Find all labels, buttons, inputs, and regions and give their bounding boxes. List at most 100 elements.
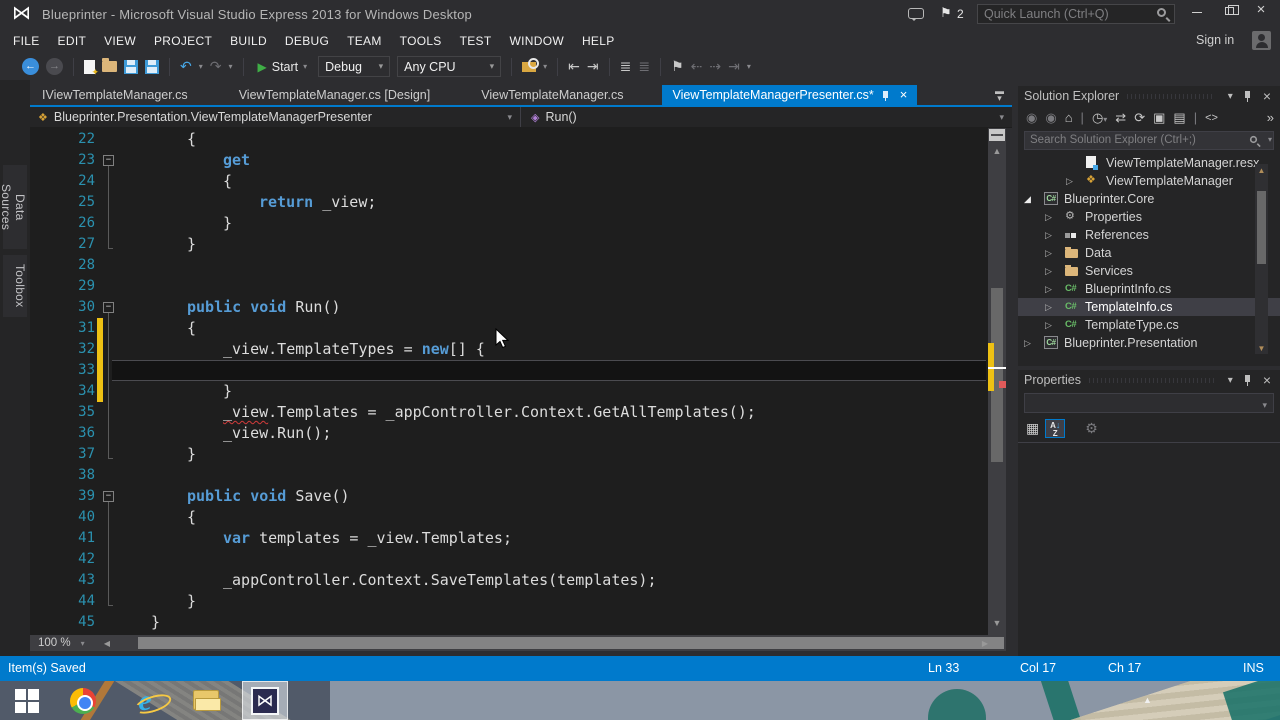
redo-icon[interactable]: ↷ [210, 58, 222, 75]
window-position-icon[interactable]: ▾ [1223, 375, 1238, 386]
expand-node-icon[interactable]: ▷ [1024, 334, 1031, 352]
tree-item-data[interactable]: ▷ Data [1018, 244, 1280, 262]
toolbar-overflow-icon[interactable]: » [1267, 110, 1280, 125]
editor-zoom-select[interactable]: 100 % ▾ [30, 637, 100, 649]
code-line[interactable]: 27} [30, 234, 988, 255]
previous-bookmark-icon[interactable]: ⇠ [691, 58, 703, 75]
toolbar-overflow-icon[interactable]: ▾ [543, 62, 547, 71]
collapse-all-icon[interactable]: ▣ [1153, 110, 1165, 126]
menu-item-window[interactable]: WINDOW [501, 30, 573, 52]
comment-icon[interactable]: ≣ [620, 58, 632, 75]
pin-tab-icon[interactable] [882, 90, 892, 101]
navigate-back-icon[interactable]: ← [22, 58, 39, 75]
tree-item-templatetype-cs[interactable]: ▷ C# TemplateType.cs [1018, 316, 1280, 334]
decrease-indent-icon[interactable]: ⇤ [568, 58, 580, 75]
scroll-down-icon[interactable]: ▼ [988, 618, 1006, 628]
scroll-up-icon[interactable]: ▲ [988, 146, 1006, 156]
menu-item-help[interactable]: HELP [573, 30, 624, 52]
solution-platform-select[interactable]: Any CPU ▾ [397, 56, 502, 77]
code-line[interactable]: 24 { [30, 171, 988, 192]
menu-item-file[interactable]: FILE [4, 30, 49, 52]
expand-node-icon[interactable]: ▷ [1045, 262, 1052, 280]
menu-item-project[interactable]: PROJECT [145, 30, 221, 52]
sync-with-active-document-icon[interactable]: ⇄ [1115, 110, 1126, 126]
collapse-region-icon[interactable]: − [103, 302, 114, 313]
clear-bookmarks-icon[interactable]: ⇥ [728, 58, 740, 75]
menu-item-test[interactable]: TEST [451, 30, 501, 52]
auto-hide-pin-icon[interactable] [1244, 374, 1252, 386]
horizontal-scroll-thumb[interactable] [138, 637, 1004, 649]
code-line[interactable]: 30− public void Run() [30, 297, 988, 318]
undo-dropdown-icon[interactable]: ▾ [199, 62, 203, 71]
undo-icon[interactable]: ↶ [180, 58, 192, 75]
code-line[interactable]: 33 [30, 360, 988, 381]
code-line[interactable]: 23− get [30, 150, 988, 171]
menu-item-tools[interactable]: TOOLS [391, 30, 451, 52]
sign-in-link[interactable]: Sign in [1196, 33, 1234, 47]
code-line[interactable]: 41 var templates = _view.Templates; [30, 528, 988, 549]
close-panel-icon[interactable]: × [1258, 372, 1276, 388]
auto-hide-pin-icon[interactable] [1244, 90, 1252, 102]
save-all-icon[interactable] [145, 59, 159, 74]
menu-item-build[interactable]: BUILD [221, 30, 276, 52]
toolbar-overflow-icon[interactable]: ▾ [747, 62, 751, 71]
code-line[interactable]: 28 [30, 255, 988, 276]
notifications-count[interactable]: 2 [957, 7, 964, 21]
tree-item-blueprinter-core[interactable]: ◢ C# Blueprinter.Core [1018, 190, 1280, 208]
scroll-right-icon[interactable]: ▶ [976, 639, 994, 648]
search-icon[interactable] [1249, 135, 1258, 144]
home-icon[interactable]: ⌂ [1065, 110, 1073, 125]
code-line[interactable]: 44} [30, 591, 988, 612]
search-icon[interactable] [1157, 8, 1166, 17]
solution-explorer-header[interactable]: Solution Explorer ▾ × [1018, 86, 1280, 106]
minimize-button[interactable] [1182, 0, 1212, 22]
code-line[interactable]: 39− public void Save() [30, 486, 988, 507]
taskbar-file-explorer-button[interactable] [184, 681, 230, 720]
bookmark-icon[interactable]: ⚑ [671, 58, 684, 75]
user-avatar-icon[interactable] [1252, 31, 1271, 50]
collapse-region-icon[interactable]: − [103, 155, 114, 166]
taskbar-chrome-button[interactable] [60, 681, 106, 720]
code-line[interactable]: 43 _appController.Context.SaveTemplates(t… [30, 570, 988, 591]
search-options-icon[interactable]: ▾ [1268, 135, 1272, 144]
menu-item-view[interactable]: VIEW [95, 30, 145, 52]
next-bookmark-icon[interactable]: ⇢ [709, 58, 721, 75]
code-line[interactable]: 37} [30, 444, 988, 465]
alphabetical-sort-icon[interactable]: A↓ Z [1045, 419, 1066, 438]
tree-item-viewtemplatemanager[interactable]: ▷ ❖ ViewTemplateManager [1018, 172, 1280, 190]
tree-item-references[interactable]: ▷ References [1018, 226, 1280, 244]
start-debug-button[interactable]: ▶ Start ▾ [254, 58, 312, 76]
scroll-up-icon[interactable]: ▲ [1255, 166, 1268, 175]
view-code-icon[interactable]: <> [1205, 112, 1218, 124]
editor-splitter-handle[interactable] [989, 129, 1005, 141]
properties-object-select[interactable]: ▾ [1024, 393, 1274, 413]
show-all-files-icon[interactable]: ▤ [1173, 110, 1185, 126]
code-line[interactable]: 22 { [30, 129, 988, 150]
menu-item-edit[interactable]: EDIT [49, 30, 96, 52]
tree-item-properties[interactable]: ▷ ⚙ Properties [1018, 208, 1280, 226]
tree-item-blueprinter-presentation[interactable]: ▷ C# Blueprinter.Presentation [1018, 334, 1280, 352]
member-dropdown[interactable]: ◈ Run() ▾ [520, 107, 1012, 127]
expand-node-icon[interactable]: ▷ [1045, 280, 1052, 298]
solution-explorer-search-input[interactable]: Search Solution Explorer (Ctrl+;) [1024, 131, 1274, 150]
categorized-icon[interactable]: ▦ [1026, 420, 1039, 437]
code-line[interactable]: 34} [30, 381, 988, 402]
code-line[interactable]: 40 { [30, 507, 988, 528]
close-button[interactable]: × [1246, 0, 1276, 22]
notifications-flag-icon[interactable]: ⚑ [940, 5, 952, 21]
expand-node-icon[interactable]: ▷ [1045, 298, 1052, 316]
close-tab-icon[interactable]: × [900, 88, 908, 101]
menu-item-debug[interactable]: DEBUG [276, 30, 338, 52]
uncomment-icon[interactable]: ≣ [638, 58, 650, 75]
code-line[interactable]: 45} [30, 612, 988, 633]
increase-indent-icon[interactable]: ⇥ [587, 58, 599, 75]
code-line[interactable]: 35 _view.Templates = _appController.Conte… [30, 402, 988, 423]
feedback-icon[interactable] [908, 8, 924, 21]
tree-scroll-thumb[interactable] [1257, 191, 1266, 264]
document-tab-1[interactable]: ViewTemplateManager.cs [Design] [227, 85, 443, 106]
save-icon[interactable] [124, 59, 138, 74]
code-line[interactable]: 42 [30, 549, 988, 570]
find-in-files-icon[interactable] [522, 57, 540, 72]
pending-changes-filter-icon[interactable]: ◷▾ [1092, 110, 1107, 126]
window-position-icon[interactable]: ▾ [1223, 91, 1238, 102]
